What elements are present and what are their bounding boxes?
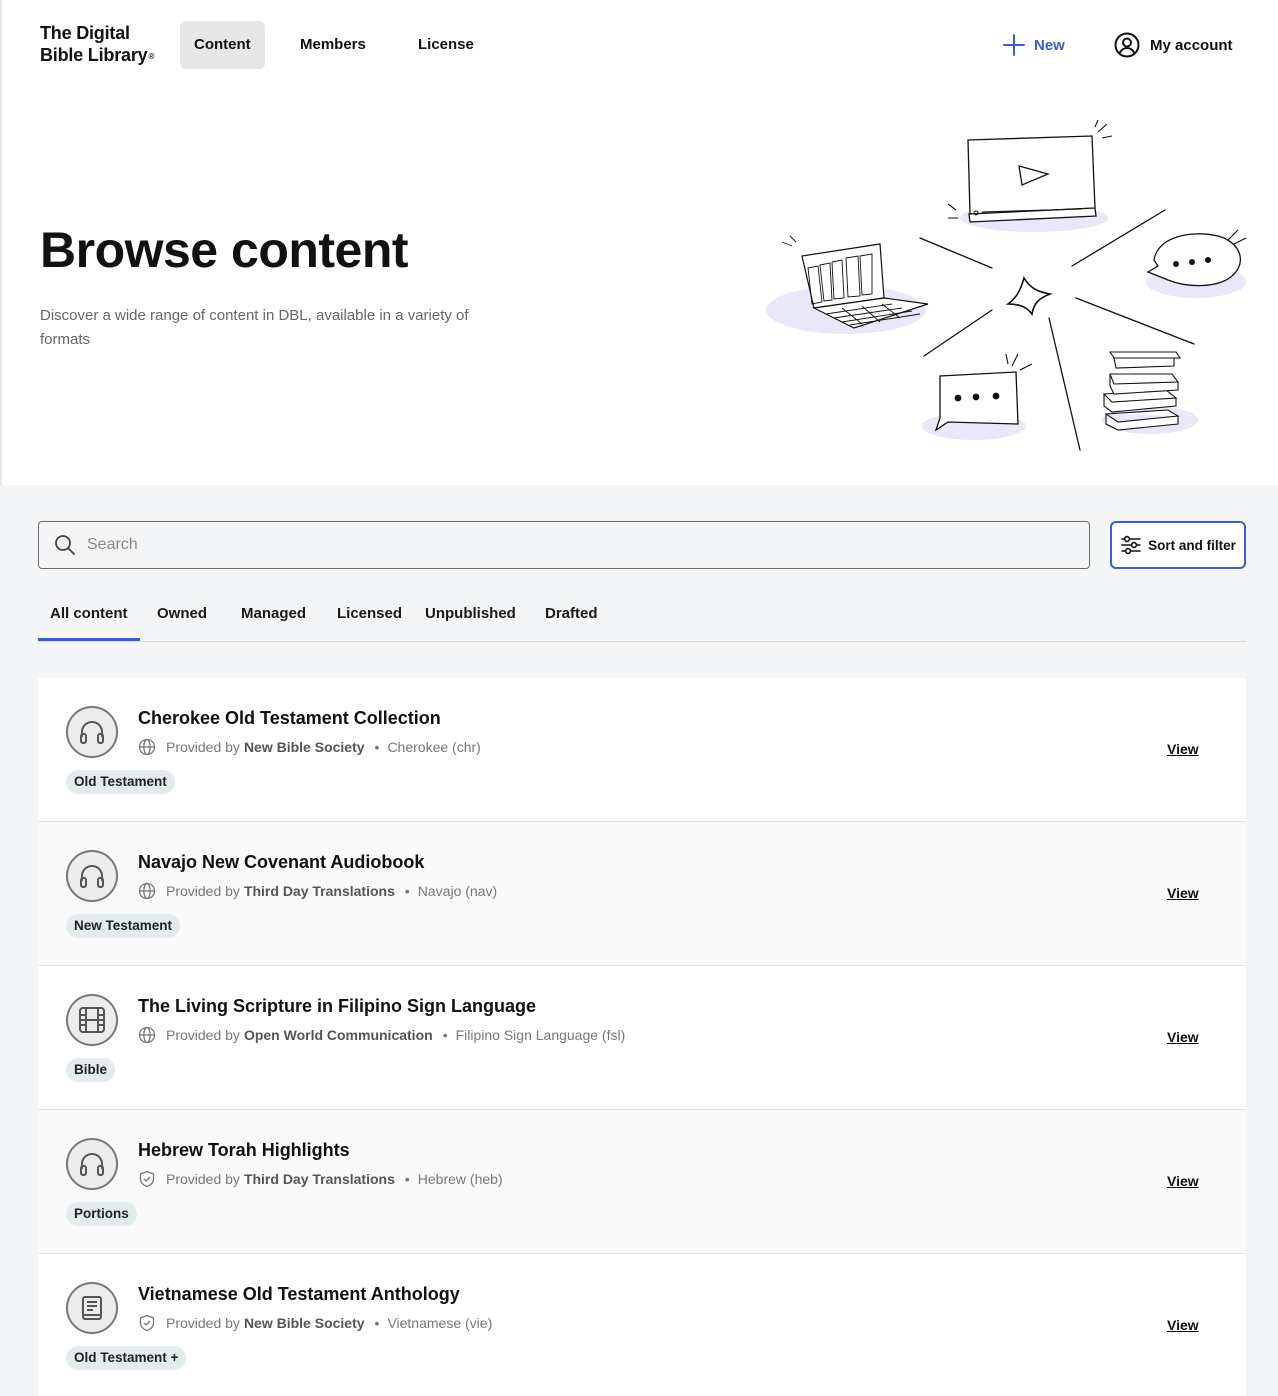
separator-dot: •: [404, 883, 410, 899]
provider-name: Open World Communication: [243, 1027, 433, 1043]
separator-dot: •: [442, 1027, 448, 1043]
item-tag: Portions: [66, 1202, 137, 1226]
item-title: Cherokee Old Testament Collection: [138, 708, 441, 728]
registered-mark: ®: [148, 52, 155, 61]
account-button[interactable]: My account: [1114, 30, 1233, 60]
list-item[interactable]: Navajo New Covenant Audiobook Provided b…: [38, 822, 1246, 966]
globe-icon: [138, 882, 156, 900]
separator-dot: •: [404, 1171, 410, 1187]
item-meta: Provided by Open World Communication • F…: [138, 1026, 625, 1044]
nav-content[interactable]: Content: [180, 21, 265, 69]
search-bar[interactable]: [38, 521, 1090, 569]
item-language: Cherokee (chr): [387, 739, 481, 755]
item-tag: Old Testament +: [66, 1346, 187, 1370]
headphones-icon: [66, 850, 118, 902]
tab-owned[interactable]: Owned: [157, 596, 207, 641]
globe-icon: [138, 738, 156, 756]
list-item[interactable]: Hebrew Torah Highlights Provided by Thir…: [38, 1110, 1246, 1254]
hero-illustration: [766, 119, 1247, 451]
view-link[interactable]: View: [1167, 1317, 1199, 1333]
list-item[interactable]: Vietnamese Old Testament Anthology Provi…: [38, 1254, 1246, 1396]
shield-check-icon: [138, 1170, 156, 1188]
provided-by-label: Provided by: [166, 1027, 240, 1043]
provided-by-label: Provided by: [166, 739, 240, 755]
logo[interactable]: The Digital Bible Library®: [40, 22, 154, 66]
item-language: Navajo (nav): [417, 883, 498, 899]
tab-unpublished[interactable]: Unpublished: [425, 596, 516, 641]
list-item[interactable]: Cherokee Old Testament Collection Provid…: [38, 678, 1246, 822]
view-link[interactable]: View: [1167, 885, 1199, 901]
item-tag: New Testament: [66, 914, 181, 938]
sort-filter-label: Sort and filter: [1148, 537, 1236, 553]
provider-name: New Bible Society: [243, 1315, 365, 1331]
item-meta: Provided by New Bible Society • Vietname…: [138, 1314, 492, 1332]
tab-licensed[interactable]: Licensed: [337, 596, 402, 641]
sliders-icon: [1121, 535, 1141, 555]
page-description: Discover a wide range of content in DBL,…: [40, 307, 469, 348]
list-item[interactable]: The Living Scripture in Filipino Sign La…: [38, 966, 1246, 1110]
item-meta: Provided by New Bible Society • Cherokee…: [138, 738, 481, 756]
account-label: My account: [1150, 36, 1233, 54]
page-title: Browse content: [40, 222, 409, 278]
nav-members[interactable]: Members: [286, 21, 380, 69]
item-meta: Provided by Third Day Translations • Heb…: [138, 1170, 503, 1188]
item-title: The Living Scripture in Filipino Sign La…: [138, 996, 537, 1016]
sort-filter-button[interactable]: Sort and filter: [1110, 521, 1246, 569]
item-title: Vietnamese Old Testament Anthology: [138, 1284, 460, 1304]
search-icon: [43, 534, 87, 556]
separator-dot: •: [374, 1315, 380, 1331]
user-circle-icon: [1114, 32, 1140, 58]
provided-by-label: Provided by: [166, 883, 240, 899]
book-icon: [66, 1282, 118, 1334]
headphones-icon: [66, 1138, 118, 1190]
view-link[interactable]: View: [1167, 741, 1199, 757]
logo-line-2: Bible Library: [40, 45, 148, 65]
plus-icon: [1003, 34, 1025, 56]
logo-line-1: The Digital: [40, 23, 130, 43]
film-icon: [66, 994, 118, 1046]
new-label: New: [1034, 36, 1065, 54]
item-language: Vietnamese (vie): [387, 1315, 493, 1331]
item-tag: Old Testament: [66, 770, 175, 794]
content-tabs: All content Owned Managed Licensed Unpub…: [38, 596, 1246, 642]
search-input[interactable]: [87, 522, 1089, 568]
provider-name: New Bible Society: [243, 739, 365, 755]
new-button[interactable]: New: [1002, 30, 1065, 60]
tab-all-content[interactable]: All content: [38, 596, 140, 641]
item-language: Filipino Sign Language (fsl): [455, 1027, 626, 1043]
tab-managed[interactable]: Managed: [241, 596, 306, 641]
tab-drafted[interactable]: Drafted: [545, 596, 598, 641]
item-title: Navajo New Covenant Audiobook: [138, 852, 425, 872]
provided-by-label: Provided by: [166, 1171, 240, 1187]
item-title: Hebrew Torah Highlights: [138, 1140, 350, 1160]
view-link[interactable]: View: [1167, 1173, 1199, 1189]
top-section: The Digital Bible Library® Content Membe…: [0, 0, 1278, 485]
item-language: Hebrew (heb): [417, 1171, 503, 1187]
nav-license[interactable]: License: [404, 21, 488, 69]
provider-name: Third Day Translations: [243, 883, 395, 899]
globe-icon: [138, 1026, 156, 1044]
headphones-icon: [66, 706, 118, 758]
separator-dot: •: [374, 739, 380, 755]
content-list: Cherokee Old Testament Collection Provid…: [38, 678, 1246, 1396]
provided-by-label: Provided by: [166, 1315, 240, 1331]
provider-name: Third Day Translations: [243, 1171, 395, 1187]
item-meta: Provided by Third Day Translations • Nav…: [138, 882, 497, 900]
item-tag: Bible: [66, 1058, 116, 1082]
view-link[interactable]: View: [1167, 1029, 1199, 1045]
shield-check-icon: [138, 1314, 156, 1332]
